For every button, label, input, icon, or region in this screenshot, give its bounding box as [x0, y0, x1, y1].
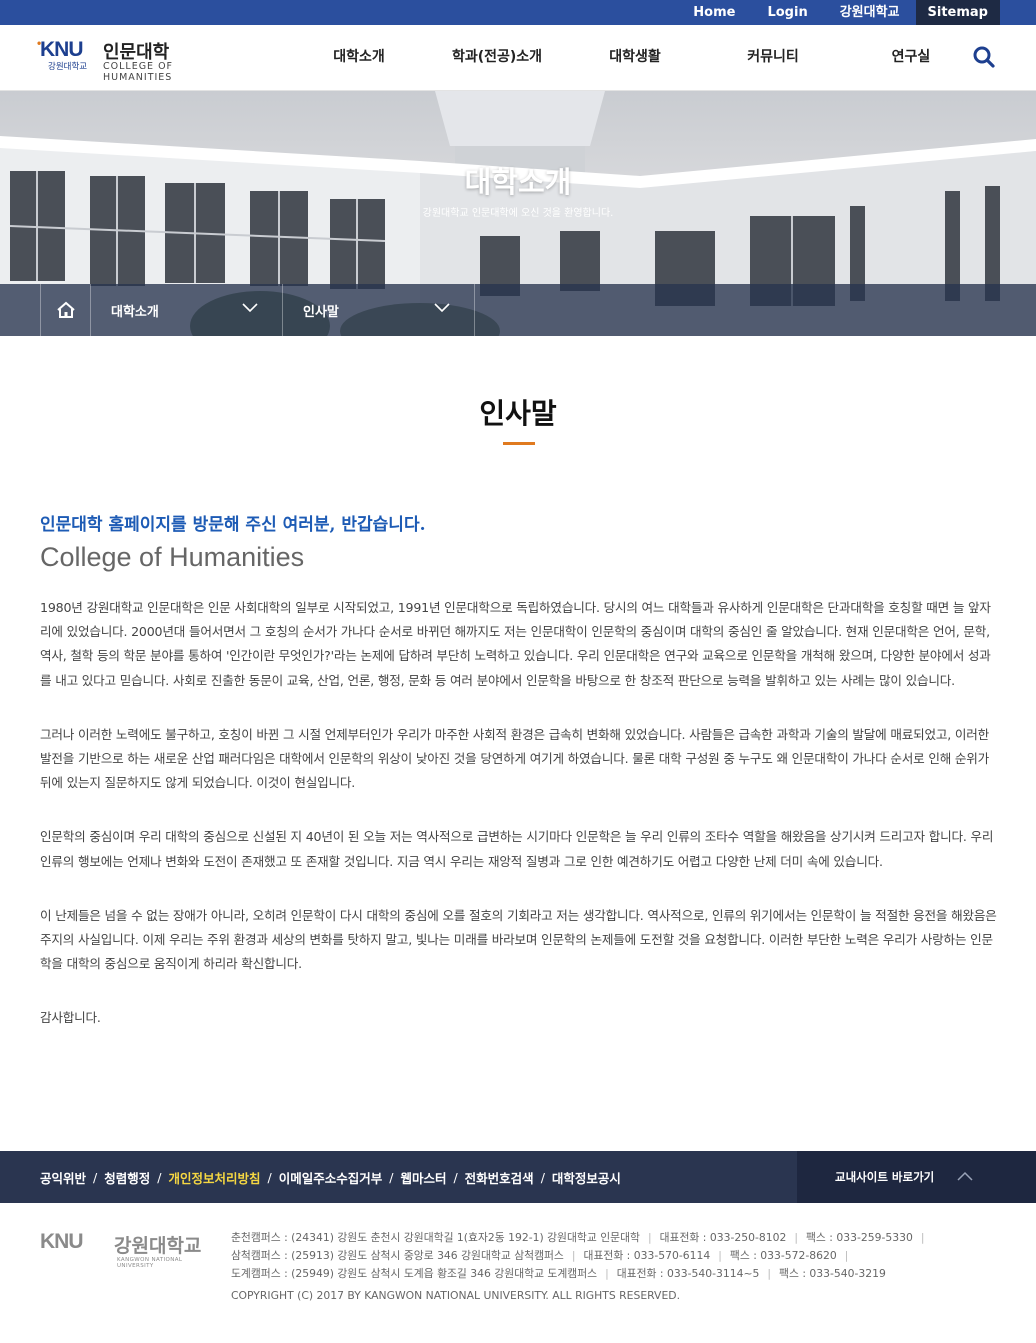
footer-link-email-refusal[interactable]: 이메일주소수집거부	[279, 1168, 383, 1187]
page-visual-banner: 대학소개 강원대학교 인문대학에 오신 것을 환영합니다. 대학소개 인사말	[0, 91, 1036, 336]
page-title: 인사말	[479, 397, 557, 430]
site-header: • KNU 강원대학교 인문대학 COLLEGE OF HUMANITIES 대학…	[0, 25, 1036, 91]
chevron-down-icon	[242, 303, 258, 313]
greeting-closing: 감사합니다.	[40, 1010, 101, 1026]
footer-campus-row: 춘천캠퍼스 : (24341) 강원도 춘천시 강원대학길 1(효자2동 192…	[231, 1231, 925, 1244]
sitemap-link[interactable]: Sitemap	[915, 0, 1000, 25]
location-bar: 대학소개 인사말	[0, 284, 1036, 336]
footer-university-name: 강원대학교	[114, 1235, 202, 1257]
greeting-paragraph: 1980년 강원대학교 인문대학은 인문 사회대학의 일부로 시작되었고, 19…	[40, 600, 991, 688]
footer-link-public-interest[interactable]: 공익위반	[40, 1168, 86, 1187]
login-link[interactable]: Login	[751, 0, 823, 25]
campus-phone: 대표전화 : 033-250-8102	[659, 1231, 787, 1244]
related-sites-button[interactable]: 교내사이트 바로가기	[797, 1151, 1036, 1203]
breadcrumb-depth2-label: 인사말	[303, 305, 339, 320]
campus-fax: 팩스 : 033-540-3219	[779, 1267, 886, 1280]
greeting-lead: 인문대학 홈페이지를 방문해 주신 여러분, 반갑습니다.	[40, 515, 426, 535]
footer-link-phone-search[interactable]: 전화번호검색	[465, 1168, 534, 1187]
home-icon	[57, 301, 75, 318]
top-utility-bar: Home Login 강원대학교 Sitemap	[0, 0, 1036, 25]
visual-title: 대학소개	[464, 165, 572, 199]
greeting-paragraph: 그러나 이러한 노력에도 불구하고, 호칭이 바뀐 그 시절 언제부터인가 우리…	[40, 726, 990, 791]
chevron-up-icon	[957, 1171, 973, 1181]
breadcrumb-home[interactable]	[40, 284, 91, 336]
footer-university-logo: KNU 강원대학교 KANGWON NATIONAL UNIVERSITY	[40, 1230, 215, 1270]
college-logo[interactable]: • KNU 강원대학교 인문대학 COLLEGE OF HUMANITIES	[37, 36, 240, 83]
home-link[interactable]: Home	[677, 0, 751, 25]
footer-separator: /	[453, 1169, 458, 1185]
footer-link-disclosure[interactable]: 대학정보공시	[552, 1168, 621, 1187]
main-nav: 대학소개 학과(전공)소개 대학생활 커뮤니티 연구실	[290, 25, 980, 91]
chevron-down-icon	[434, 303, 450, 313]
utility-links: Home Login 강원대학교 Sitemap	[677, 0, 1000, 25]
footer-knu-mark: KNU	[40, 1230, 83, 1253]
nav-departments[interactable]: 학과(전공)소개	[428, 25, 566, 91]
greeting-paragraph: 인문학의 중심이며 우리 대학의 중심으로 신설된 지 40년이 된 오늘 저는…	[40, 829, 994, 869]
search-icon	[973, 46, 995, 68]
footer-separator: /	[389, 1169, 394, 1185]
university-link[interactable]: 강원대학교	[824, 0, 916, 25]
campus-phone: 대표전화 : 033-540-3114~5	[616, 1267, 760, 1280]
copyright: COPYRIGHT (C) 2017 BY KANGWON NATIONAL U…	[231, 1289, 681, 1302]
campus-fax: 팩스 : 033-572-8620	[729, 1249, 837, 1262]
campus-fax: 팩스 : 033-259-5330	[805, 1231, 913, 1244]
greeting-paragraph: 이 난제들은 넘을 수 없는 장애가 아니라, 오히려 인문학이 다시 대학의 …	[40, 907, 997, 972]
breadcrumb-depth2[interactable]: 인사말	[283, 284, 475, 336]
nav-campus-life[interactable]: 대학생활	[566, 25, 704, 91]
college-english-heading: College of Humanities	[40, 542, 305, 572]
footer-university-name-en: KANGWON NATIONAL UNIVERSITY	[117, 1257, 183, 1269]
campus-address: 도계캠퍼스 : (25949) 강원도 삼척시 도계읍 황조길 346 강원대학…	[231, 1267, 598, 1280]
related-sites-label: 교내사이트 바로가기	[835, 1170, 935, 1184]
footer-separator: /	[267, 1169, 272, 1185]
footer-link-privacy[interactable]: 개인정보처리방침	[168, 1168, 260, 1187]
footer-links: 공익위반 / 청렴행정 / 개인정보처리방침 / 이메일주소수집거부 / 웹마스터 / 전…	[40, 1151, 621, 1203]
knu-logo-mark: • KNU	[37, 36, 83, 61]
title-underline	[503, 442, 535, 445]
footer-contact-info: 춘천캠퍼스 : (24341) 강원도 춘천시 강원대학길 1(효자2동 192…	[231, 1229, 1021, 1305]
footer-link-integrity[interactable]: 청렴행정	[104, 1168, 150, 1187]
knu-logo-sub: 강원대학교	[48, 62, 88, 72]
footer-separator: /	[157, 1169, 162, 1185]
footer-campus-row: 삼척캠퍼스 : (25913) 강원도 삼척시 중앙로 346 강원대학교 삼척…	[231, 1249, 849, 1262]
greeting-body: 1980년 강원대학교 인문대학은 인문 사회대학의 일부로 시작되었고, 19…	[40, 596, 1002, 1061]
footer-separator: /	[540, 1169, 545, 1185]
footer-separator: /	[93, 1169, 98, 1185]
college-name-en: COLLEGE OF HUMANITIES	[103, 61, 174, 83]
footer-link-bar: 공익위반 / 청렴행정 / 개인정보처리방침 / 이메일주소수집거부 / 웹마스터 / 전…	[0, 1151, 1036, 1203]
breadcrumb-depth1-label: 대학소개	[111, 305, 159, 320]
footer-campus-row: 도계캠퍼스 : (25949) 강원도 삼척시 도계읍 황조길 346 강원대학…	[231, 1267, 886, 1280]
footer-link-webmaster[interactable]: 웹마스터	[400, 1168, 446, 1187]
nav-about[interactable]: 대학소개	[290, 25, 428, 91]
nav-labs[interactable]: 연구실	[842, 25, 980, 91]
visual-subtitle: 강원대학교 인문대학에 오신 것을 환영합니다.	[422, 208, 614, 219]
campus-address: 춘천캠퍼스 : (24341) 강원도 춘천시 강원대학길 1(효자2동 192…	[231, 1231, 640, 1244]
breadcrumb-depth1[interactable]: 대학소개	[91, 284, 283, 336]
search-button[interactable]	[972, 45, 996, 69]
campus-address: 삼척캠퍼스 : (25913) 강원도 삼척시 중앙로 346 강원대학교 삼척…	[231, 1249, 564, 1262]
nav-community[interactable]: 커뮤니티	[704, 25, 842, 91]
campus-phone: 대표전화 : 033-570-6114	[583, 1249, 711, 1262]
